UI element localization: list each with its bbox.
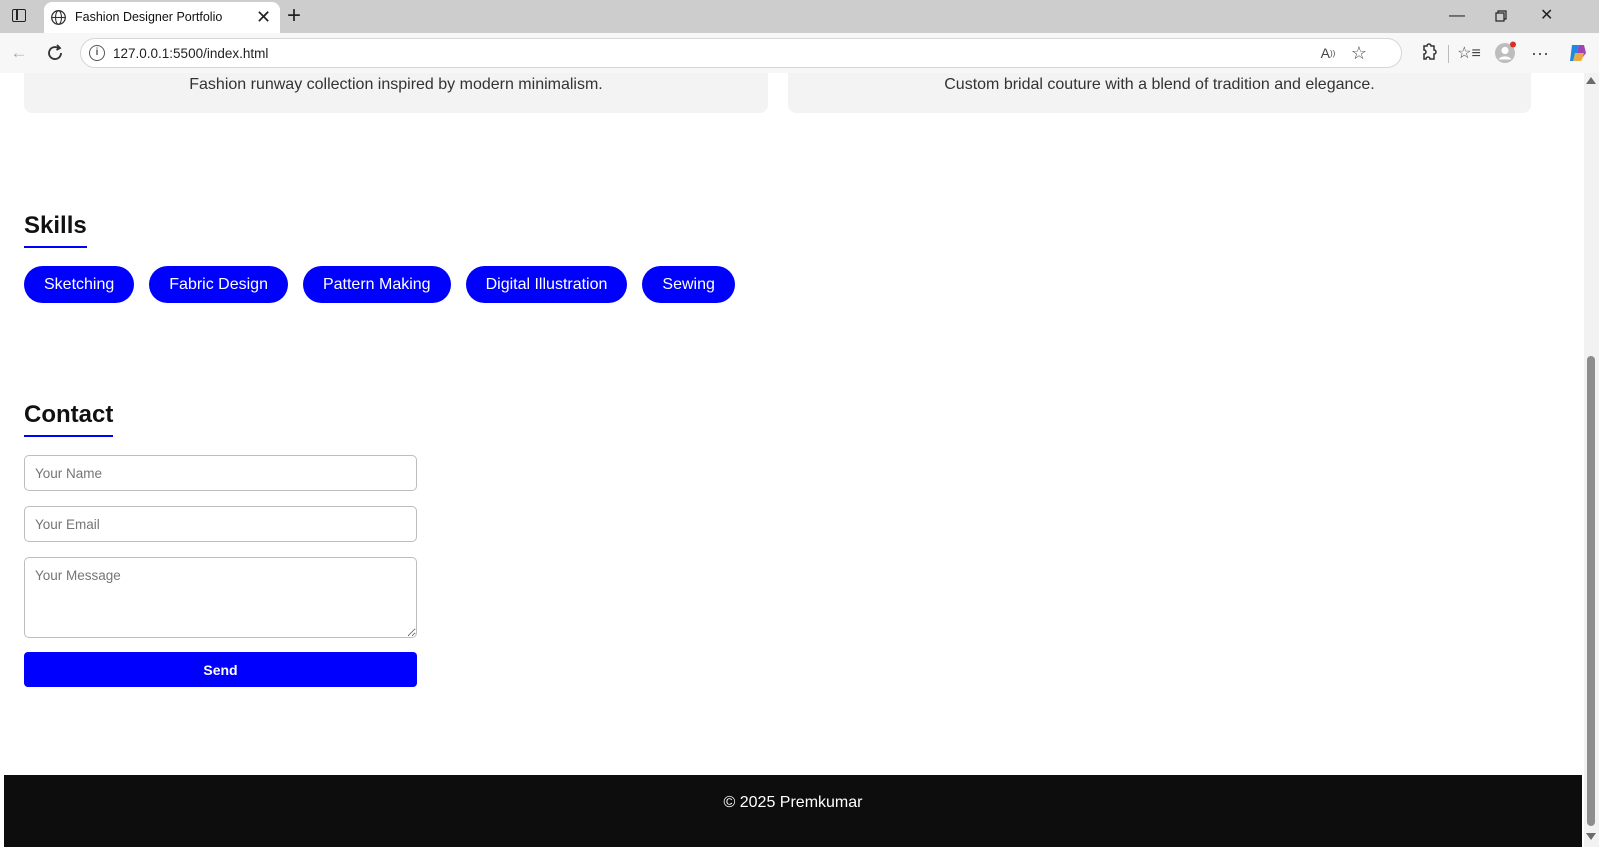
page-viewport: Fashion runway collection inspired by mo… [4, 73, 1582, 847]
skill-badge: Sketching [24, 266, 135, 303]
skill-badge: Pattern Making [302, 266, 451, 303]
toolbar-divider [1448, 45, 1449, 63]
scroll-up-arrow-icon[interactable] [1586, 77, 1596, 84]
favorite-star-icon[interactable]: ☆ [1347, 41, 1371, 65]
name-field[interactable] [24, 455, 417, 491]
page-scrollbar[interactable] [1584, 73, 1599, 847]
skills-heading: Skills [24, 212, 87, 248]
url-text: 127.0.0.1:5500/index.html [113, 46, 269, 61]
skill-badge: Sewing [642, 266, 735, 303]
address-bar[interactable]: i 127.0.0.1:5500/index.html A)) ☆ [80, 38, 1402, 68]
skills-list: Sketching Fabric Design Pattern Making D… [24, 266, 735, 303]
extensions-icon[interactable] [1416, 41, 1440, 65]
back-icon[interactable]: ← [7, 41, 31, 65]
close-window-icon[interactable]: ✕ [1540, 4, 1553, 28]
copilot-icon[interactable] [1566, 41, 1590, 65]
close-tab-icon[interactable]: ✕ [256, 7, 271, 27]
browser-tab-bar: Fashion Designer Portfolio ✕ + — ✕ [0, 0, 1599, 33]
email-field[interactable] [24, 506, 417, 542]
read-aloud-icon[interactable]: A)) [1316, 41, 1340, 65]
favorites-icon[interactable]: ☆≡ [1457, 41, 1481, 65]
new-tab-icon[interactable]: + [287, 2, 301, 30]
tab-actions-icon[interactable] [12, 9, 26, 22]
footer: © 2025 Premkumar [4, 775, 1582, 847]
project-description: Custom bridal couture with a blend of tr… [944, 76, 1375, 93]
footer-copyright: © 2025 Premkumar [723, 794, 863, 811]
skill-badge: Digital Illustration [465, 266, 628, 303]
send-button[interactable]: Send [24, 652, 417, 687]
site-info-icon[interactable]: i [89, 45, 105, 61]
scrollbar-thumb[interactable] [1587, 356, 1595, 826]
project-card: Custom bridal couture with a blend of tr… [788, 73, 1531, 113]
refresh-icon[interactable] [43, 41, 67, 65]
contact-heading: Contact [24, 401, 114, 437]
profile-avatar-icon[interactable] [1493, 41, 1517, 65]
browser-toolbar: ← i 127.0.0.1:5500/index.html A)) ☆ ☆≡ ·… [0, 33, 1599, 73]
browser-tab[interactable]: Fashion Designer Portfolio ✕ [44, 2, 280, 33]
minimize-icon[interactable]: — [1449, 4, 1465, 28]
scroll-down-arrow-icon[interactable] [1586, 833, 1596, 840]
message-field[interactable] [24, 557, 417, 638]
globe-icon [51, 10, 66, 25]
more-options-icon[interactable]: ··· [1528, 41, 1552, 65]
project-description: Fashion runway collection inspired by mo… [189, 76, 603, 93]
restore-icon[interactable] [1495, 10, 1507, 22]
skill-badge: Fabric Design [149, 266, 288, 303]
project-card: Fashion runway collection inspired by mo… [24, 73, 768, 113]
tab-title: Fashion Designer Portfolio [75, 10, 223, 24]
